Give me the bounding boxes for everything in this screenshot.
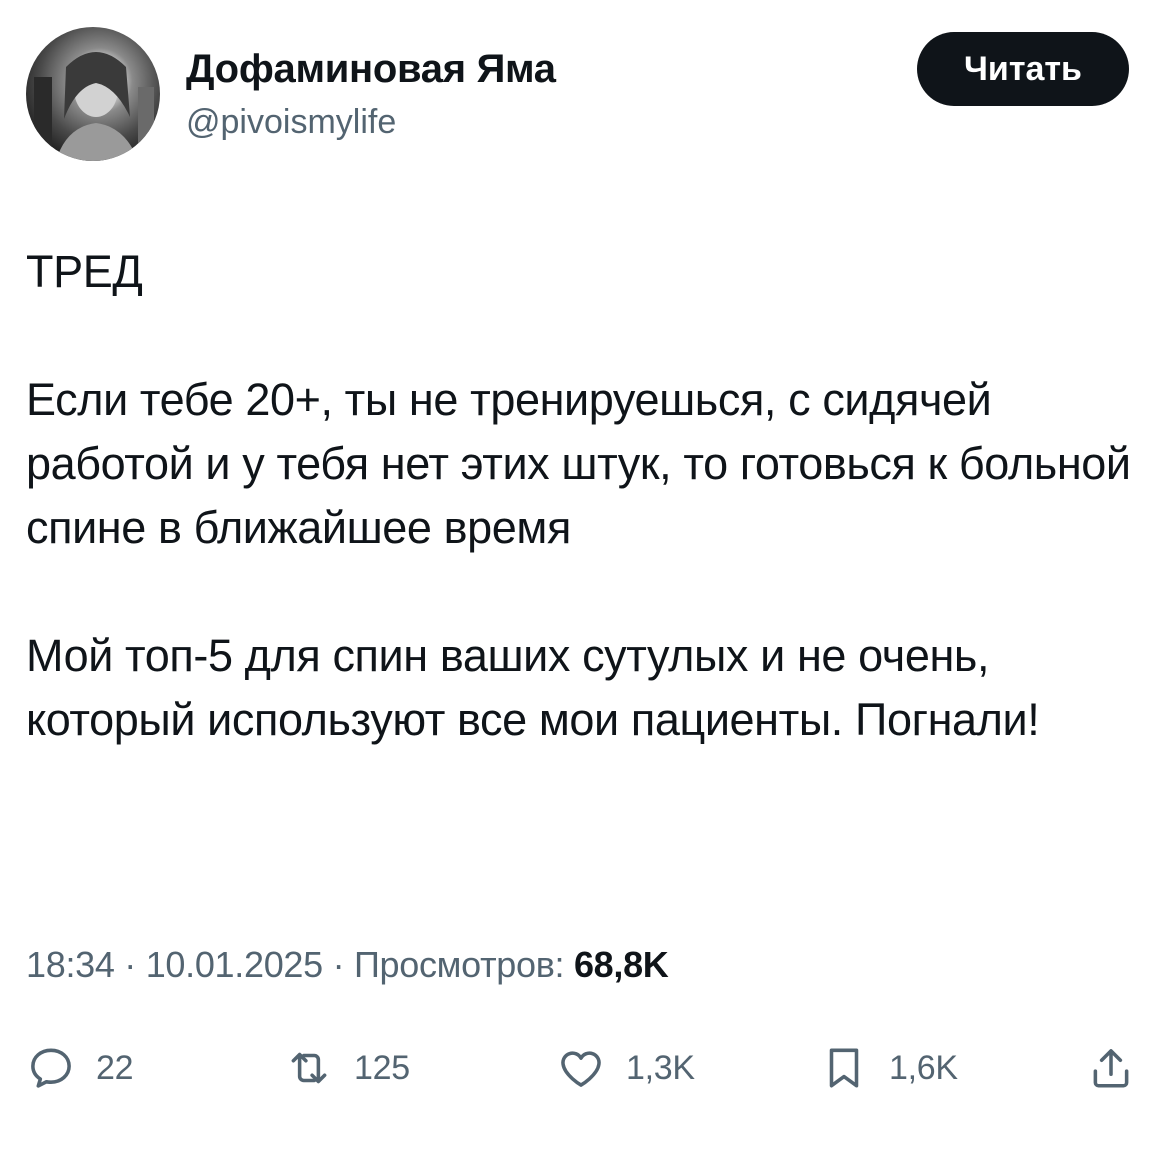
bookmark-icon xyxy=(829,1048,859,1088)
tweet-time[interactable]: 18:34 xyxy=(26,944,115,985)
retweet-count: 125 xyxy=(354,1048,410,1087)
reply-icon xyxy=(31,1048,71,1088)
views-count: 68,8K xyxy=(573,944,669,985)
meta-separator: · xyxy=(114,944,146,985)
tweet-paragraph: ТРЕД xyxy=(26,246,143,297)
reply-button[interactable]: 22 xyxy=(26,1033,134,1103)
meta-separator: · xyxy=(322,944,354,985)
share-button[interactable] xyxy=(1086,1033,1136,1103)
follow-button[interactable]: Читать xyxy=(917,32,1129,106)
tweet-paragraph: Если тебе 20+, ты не тренируешься, с сид… xyxy=(26,374,1131,553)
bookmark-button[interactable]: 1,6K xyxy=(819,1033,958,1103)
tweet-meta: 18:34 · 10.01.2025 · Просмотров: 68,8K xyxy=(26,944,669,986)
bookmark-count: 1,6K xyxy=(889,1048,958,1087)
display-name[interactable]: Дофаминовая Яма xyxy=(186,47,556,92)
avatar[interactable] xyxy=(26,27,160,161)
share-icon xyxy=(1093,1049,1129,1088)
tweet-date[interactable]: 10.01.2025 xyxy=(146,944,323,985)
user-handle[interactable]: @pivoismylife xyxy=(186,103,396,142)
like-count: 1,3K xyxy=(626,1048,695,1087)
retweet-icon xyxy=(291,1052,327,1084)
tweet-paragraph: Мой топ-5 для спин ваших сутулых и не оч… xyxy=(26,630,1040,745)
like-button[interactable]: 1,3K xyxy=(556,1033,695,1103)
retweet-button[interactable]: 125 xyxy=(284,1033,410,1103)
tweet-text: ТРЕД Если тебе 20+, ты не тренируешься, … xyxy=(26,240,1151,752)
tweet-header: Дофаминовая Яма @pivoismylife Читать xyxy=(26,27,1146,162)
action-bar: 22 125 1,3K 1,6K xyxy=(26,1033,1146,1103)
reply-count: 22 xyxy=(96,1048,134,1087)
views-label: Просмотров: xyxy=(353,944,574,985)
avatar-photo xyxy=(34,52,154,161)
heart-icon xyxy=(561,1051,601,1087)
